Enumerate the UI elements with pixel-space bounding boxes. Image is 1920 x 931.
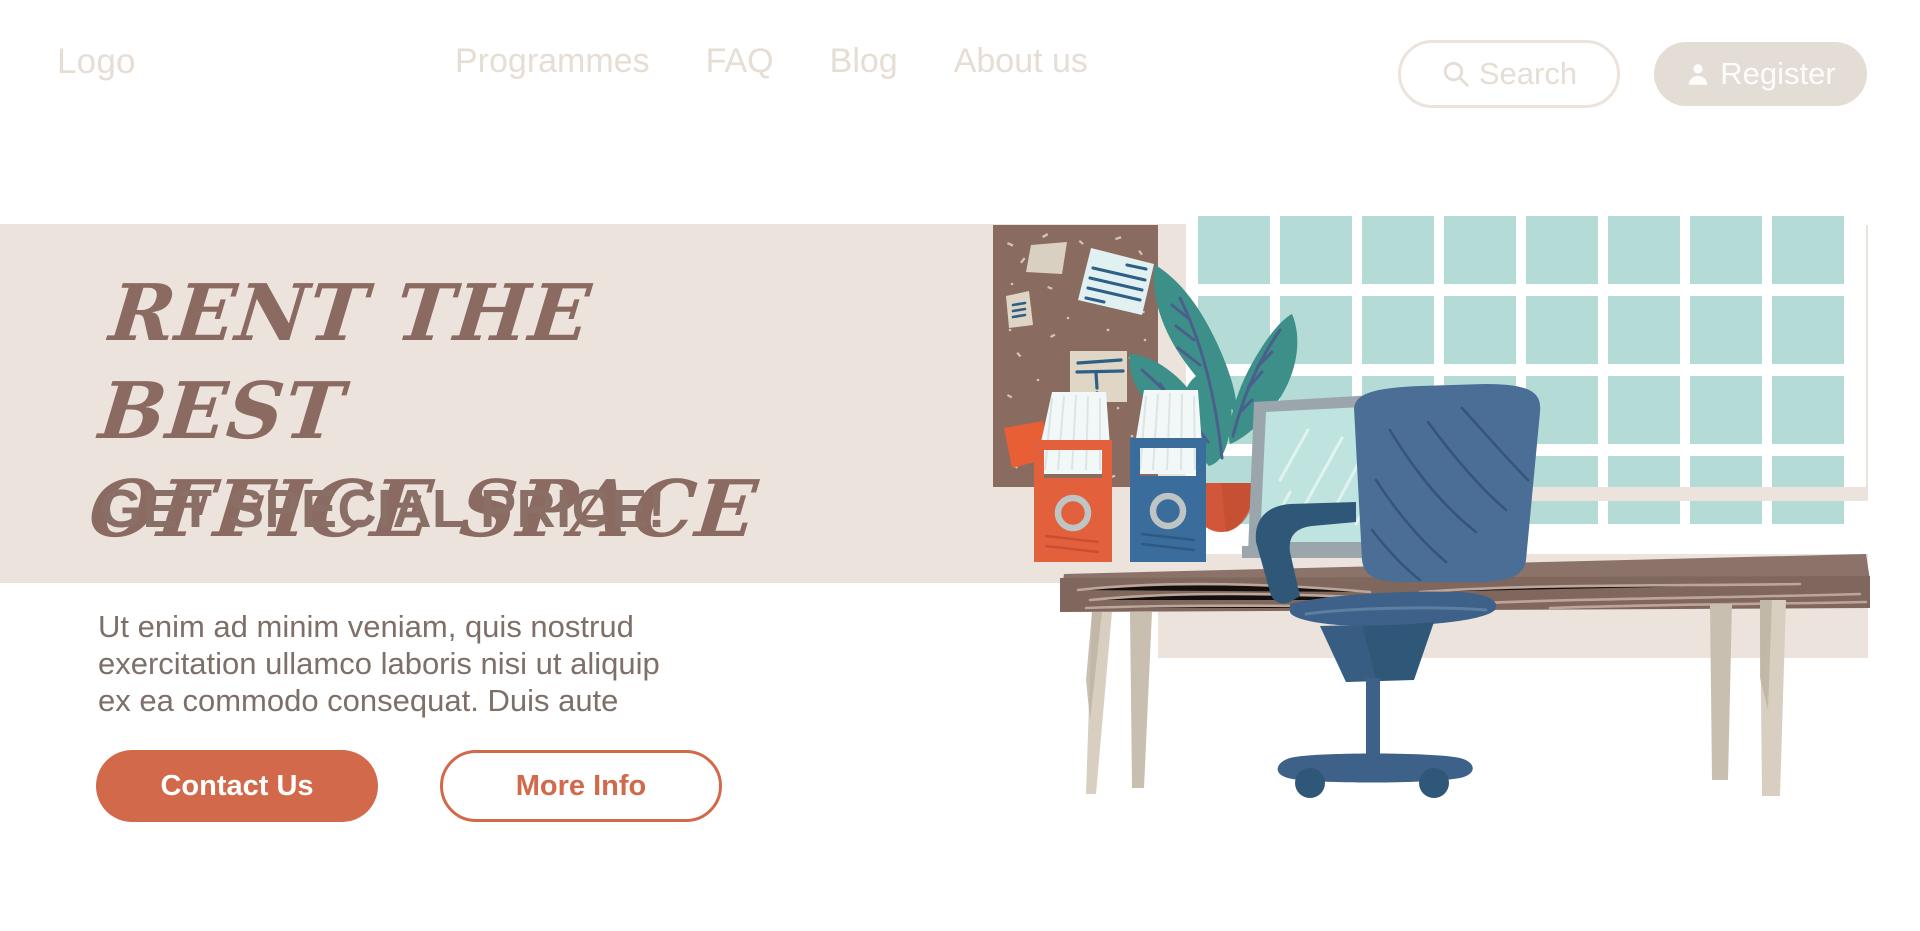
chair-wheel-right: [1419, 768, 1449, 798]
search-placeholder: Search: [1478, 56, 1578, 91]
desk: [1060, 554, 1870, 796]
chair-base-cone: [1320, 622, 1434, 682]
desk-leg-right: [1760, 600, 1786, 796]
chair-seat: [1290, 591, 1497, 627]
register-button[interactable]: Register: [1654, 42, 1867, 106]
nav-link-programmes[interactable]: Programmes: [455, 42, 650, 81]
desk-wood-grain: [1076, 582, 1868, 610]
nav-link-about-us[interactable]: About us: [954, 42, 1088, 81]
desk-leg-right-2: [1710, 604, 1732, 780]
nav-link-blog[interactable]: Blog: [830, 42, 898, 81]
top-navigation-bar: Logo Programmes FAQ Blog About us Search…: [0, 0, 1920, 135]
hero-subtitle: GET SPECIAL PRICE!: [100, 479, 667, 539]
nav-links: Programmes FAQ Blog About us: [455, 42, 1144, 81]
desk-leg-left: [1086, 612, 1112, 794]
hero-button-row: Contact Us More Info: [96, 750, 722, 822]
search-icon: [1443, 61, 1469, 87]
contact-us-button[interactable]: Contact Us: [96, 750, 378, 822]
desk-leg-left-2: [1130, 612, 1152, 788]
hero-description: Ut enim ad minim veniam, quis nostrud ex…: [98, 609, 660, 718]
register-label: Register: [1720, 56, 1836, 91]
chair-wheel-left: [1295, 768, 1325, 798]
logo[interactable]: Logo: [57, 42, 136, 82]
chair-base: [1277, 753, 1473, 783]
user-icon: [1688, 64, 1708, 85]
chair-column: [1366, 678, 1380, 760]
search-input[interactable]: Search: [1398, 40, 1620, 108]
headline-line-1: Rent The Best: [95, 268, 596, 457]
more-info-button[interactable]: More Info: [440, 750, 722, 822]
nav-link-faq[interactable]: FAQ: [706, 42, 774, 81]
